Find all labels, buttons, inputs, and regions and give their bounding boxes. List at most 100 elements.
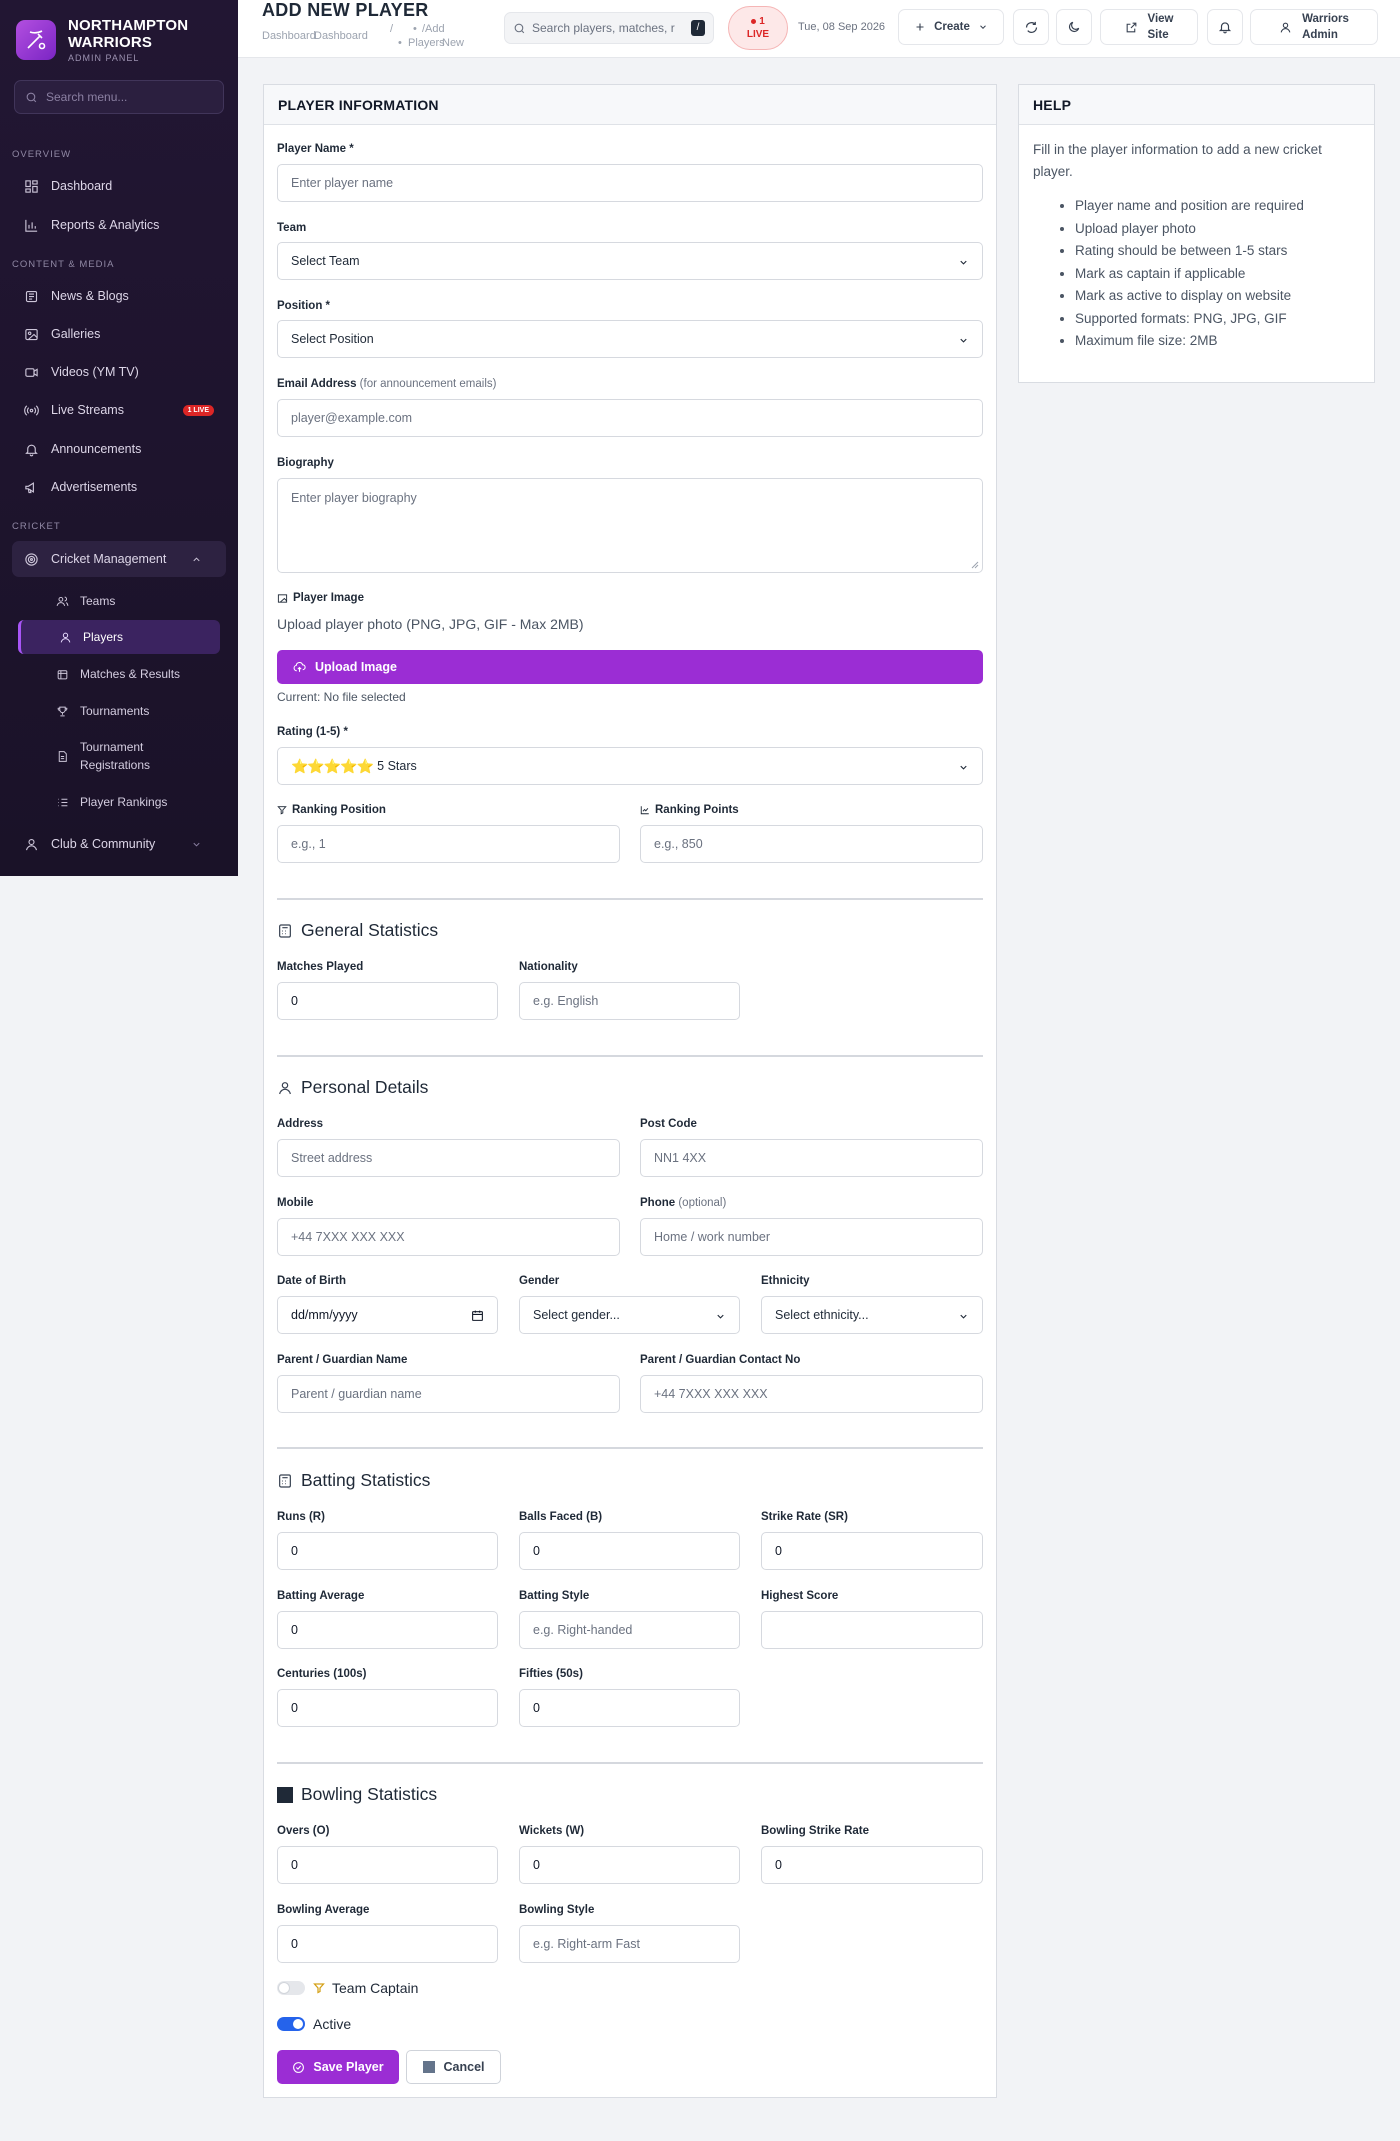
active-row: Active bbox=[277, 2016, 351, 2032]
sidebar-item-reports[interactable]: Reports & Analytics bbox=[12, 208, 226, 242]
save-player-button[interactable]: Save Player bbox=[277, 2050, 399, 2084]
team-select[interactable]: Select Team bbox=[277, 242, 983, 280]
cancel-button[interactable]: Cancel bbox=[406, 2050, 501, 2084]
sidebar-subitem-label: Teams bbox=[80, 594, 116, 608]
chevron-down-icon bbox=[193, 842, 200, 847]
sidebar-subitem-registrations[interactable]: Tournament Registrations bbox=[18, 736, 220, 776]
live-count: 1 bbox=[759, 16, 765, 27]
breadcrumb-link-players[interactable]: Players bbox=[408, 37, 445, 49]
email-input[interactable]: player@example.com bbox=[277, 399, 983, 437]
global-search-placeholder: Search players, matches, r bbox=[532, 21, 675, 35]
guardian-contact-input[interactable]: +44 7XXX XXX XXX bbox=[640, 1375, 983, 1413]
balls-faced-label: Balls Faced (B) bbox=[519, 1511, 603, 1523]
list-ordered-icon bbox=[58, 798, 68, 806]
postcode-input[interactable]: NN1 4XX bbox=[640, 1139, 983, 1177]
team-captain-toggle[interactable] bbox=[277, 1981, 305, 1995]
ranking-position-input[interactable]: e.g., 1 bbox=[277, 825, 620, 863]
active-toggle[interactable] bbox=[277, 2017, 305, 2031]
position-label: Position * bbox=[277, 300, 331, 312]
breadcrumb-link-dashboard[interactable]: Dashboard bbox=[262, 30, 316, 42]
position-select[interactable]: Select Position bbox=[277, 320, 983, 358]
balls-faced-input[interactable]: 0 bbox=[519, 1532, 740, 1570]
breadcrumb-link-dashboard-2[interactable]: Dashboard bbox=[314, 30, 368, 42]
ethnicity-select-value: Select ethnicity... bbox=[775, 1308, 869, 1322]
sidebar-item-label: Advertisements bbox=[51, 480, 138, 494]
sidebar-subitem-players[interactable]: Players bbox=[18, 620, 220, 654]
sidebar-item-live-streams[interactable]: Live Streams 1 LIVE bbox=[12, 393, 226, 427]
sidebar-item-dashboard[interactable]: Dashboard bbox=[12, 169, 226, 203]
chevron-up-icon bbox=[193, 556, 200, 561]
live-badge: 1 LIVE bbox=[182, 404, 214, 416]
player-name-input[interactable]: Enter player name bbox=[277, 164, 983, 202]
sidebar-item-club-community[interactable]: Club & Community bbox=[12, 827, 226, 861]
help-panel: HELP Fill in the player information to a… bbox=[1018, 84, 1375, 383]
bowling-strike-rate-input[interactable]: 0 bbox=[761, 1846, 983, 1884]
help-intro: Fill in the player information to add a … bbox=[1033, 142, 1322, 179]
brand[interactable]: NORTHAMPTON WARRIORS ADMIN PANEL bbox=[0, 0, 238, 80]
create-button[interactable]: Create bbox=[898, 9, 1004, 45]
view-site-button[interactable]: View Site bbox=[1100, 9, 1198, 45]
notifications-button[interactable] bbox=[1207, 9, 1243, 45]
sidebar-item-advertisements[interactable]: Advertisements bbox=[12, 470, 226, 504]
highest-score-input[interactable] bbox=[761, 1611, 983, 1649]
live-indicator[interactable]: 1 LIVE bbox=[728, 6, 788, 50]
sidebar-item-label: News & Blogs bbox=[51, 289, 129, 303]
sidebar-subitem-matches[interactable]: Matches & Results bbox=[18, 662, 220, 686]
bowling-statistics-heading: Bowling Statistics bbox=[277, 1784, 437, 1805]
help-list-item: Rating should be between 1-5 stars bbox=[1075, 240, 1360, 263]
sidebar-item-galleries[interactable]: Galleries bbox=[12, 317, 226, 351]
toggle-knob bbox=[279, 1983, 289, 1993]
phone-input[interactable]: Home / work number bbox=[640, 1218, 983, 1256]
sidebar-item-cricket-management[interactable]: Cricket Management bbox=[12, 541, 226, 577]
help-list-item: Player name and position are required bbox=[1075, 195, 1360, 218]
rating-select[interactable]: ⭐⭐⭐⭐⭐ 5 Stars bbox=[277, 747, 983, 785]
user-icon bbox=[1280, 22, 1291, 33]
gender-select[interactable]: Select gender... bbox=[519, 1296, 740, 1334]
address-input[interactable]: Street address bbox=[277, 1139, 620, 1177]
refresh-button[interactable] bbox=[1013, 9, 1049, 45]
fifties-input[interactable]: 0 bbox=[519, 1689, 740, 1727]
personal-details-heading: Personal Details bbox=[277, 1077, 428, 1098]
guardian-name-input[interactable]: Parent / guardian name bbox=[277, 1375, 620, 1413]
sidebar-item-announcements[interactable]: Announcements bbox=[12, 432, 226, 466]
ranking-points-input[interactable]: e.g., 850 bbox=[640, 825, 983, 863]
centuries-input[interactable]: 0 bbox=[277, 1689, 498, 1727]
overs-input[interactable]: 0 bbox=[277, 1846, 498, 1884]
matches-played-input[interactable]: 0 bbox=[277, 982, 498, 1020]
sidebar-item-news[interactable]: News & Blogs bbox=[12, 279, 226, 313]
nationality-input[interactable]: e.g. English bbox=[519, 982, 740, 1020]
ethnicity-select[interactable]: Select ethnicity... bbox=[761, 1296, 983, 1334]
external-link-icon bbox=[1126, 22, 1136, 32]
user-menu-button[interactable]: Warriors Admin bbox=[1250, 9, 1378, 45]
mobile-label: Mobile bbox=[277, 1197, 314, 1209]
sidebar-subitem-tournaments[interactable]: Tournaments bbox=[18, 699, 220, 723]
strike-rate-input[interactable]: 0 bbox=[761, 1532, 983, 1570]
guardian-name-label: Parent / Guardian Name bbox=[277, 1354, 408, 1366]
target-icon bbox=[25, 552, 38, 566]
global-search-input[interactable]: Search players, matches, r / bbox=[504, 12, 714, 44]
calculator-icon bbox=[279, 1473, 291, 1488]
live-label: LIVE bbox=[746, 29, 770, 40]
dark-mode-toggle[interactable] bbox=[1056, 9, 1092, 45]
bowling-style-input[interactable]: e.g. Right-arm Fast bbox=[519, 1925, 740, 1963]
upload-image-button[interactable]: Upload Image bbox=[277, 650, 983, 684]
bowling-average-input[interactable]: 0 bbox=[277, 1925, 498, 1963]
biography-textarea[interactable]: Enter player biography bbox=[277, 478, 983, 573]
registrations-line2: Registrations bbox=[80, 758, 151, 772]
brand-name-line2: WARRIORS bbox=[68, 34, 153, 51]
sidebar-subitem-teams[interactable]: Teams bbox=[18, 589, 220, 613]
registrations-line1: Tournament bbox=[80, 740, 144, 754]
runs-input[interactable]: 0 bbox=[277, 1532, 498, 1570]
mobile-input[interactable]: +44 7XXX XXX XXX bbox=[277, 1218, 620, 1256]
section-overview: OVERVIEW bbox=[12, 149, 72, 160]
chevron-down-icon bbox=[960, 260, 967, 265]
help-list-item: Supported formats: PNG, JPG, GIF bbox=[1075, 308, 1360, 331]
position-select-value: Select Position bbox=[291, 332, 374, 346]
sidebar-search-input[interactable]: Search menu... bbox=[14, 80, 224, 114]
wickets-input[interactable]: 0 bbox=[519, 1846, 740, 1884]
sidebar-item-videos[interactable]: Videos (YM TV) bbox=[12, 355, 226, 389]
sidebar-subitem-rankings[interactable]: Player Rankings bbox=[18, 790, 220, 814]
batting-style-input[interactable]: e.g. Right-handed bbox=[519, 1611, 740, 1649]
dob-input[interactable]: dd/mm/yyyy bbox=[277, 1296, 498, 1334]
batting-average-input[interactable]: 0 bbox=[277, 1611, 498, 1649]
